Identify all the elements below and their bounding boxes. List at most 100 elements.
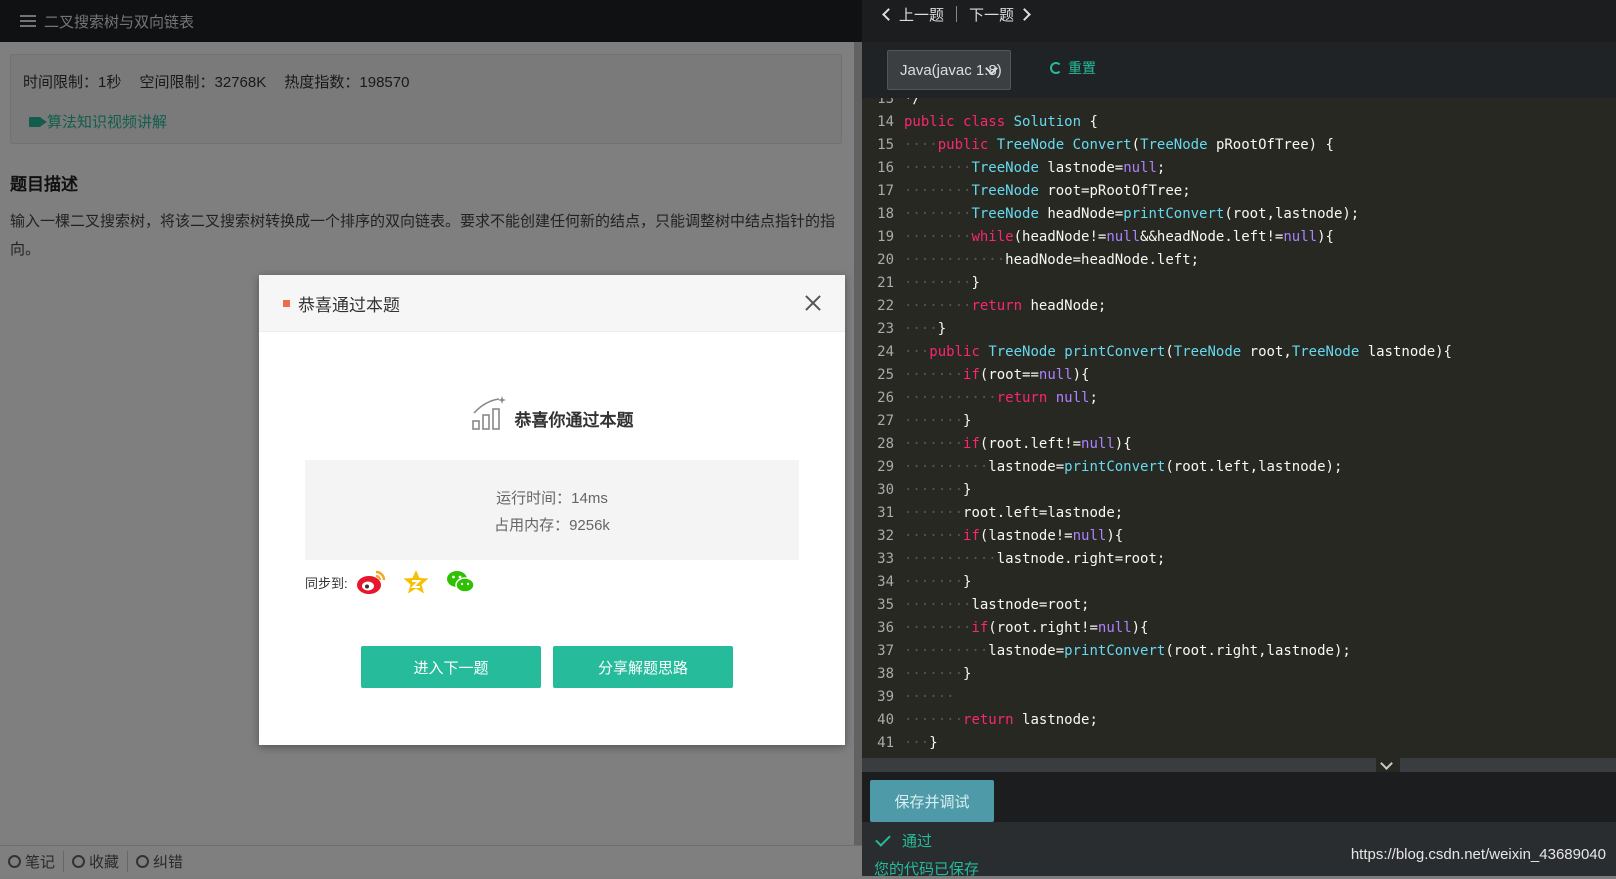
code-line[interactable]: 22 ········return headNode; (862, 295, 1616, 318)
nav-divider (956, 6, 958, 22)
code-text[interactable]: ··········lastnode=printConvert(root.rig… (904, 643, 1351, 659)
check-icon (875, 830, 891, 847)
code-line[interactable]: 25 ·······if(root==null){ (862, 364, 1616, 387)
code-text[interactable]: ·······} (904, 574, 971, 590)
next-problem-label: 下一题 (969, 6, 1015, 24)
code-line[interactable]: 20 ············headNode=headNode.left; (862, 249, 1616, 272)
code-text[interactable]: ·······} (904, 482, 971, 498)
reset-button[interactable]: 重置 (1050, 58, 1096, 78)
problem-nav: 上一题 下一题 (862, 0, 1616, 28)
code-text[interactable]: ·······if(root.left!=null){ (904, 436, 1132, 452)
code-text[interactable]: ·······} (904, 666, 971, 682)
code-text[interactable]: ····public TreeNode Convert(TreeNode pRo… (904, 137, 1334, 153)
line-number: 17 (877, 183, 894, 199)
code-line[interactable]: 19 ········while(headNode!=null&&headNode… (862, 226, 1616, 249)
code-line[interactable]: 28 ·······if(root.left!=null){ (862, 433, 1616, 456)
code-text[interactable]: ········if(root.right!=null){ (904, 620, 1148, 636)
chevron-left-icon (882, 7, 895, 21)
code-text[interactable]: ···········lastnode.right=root; (904, 551, 1165, 567)
line-number: 21 (877, 275, 894, 291)
code-line[interactable]: 23 ····} (862, 318, 1616, 341)
prev-problem-link[interactable]: 上一题 (882, 4, 944, 25)
code-line[interactable]: 41 ···} (862, 732, 1616, 755)
code-line[interactable]: 30 ·······} (862, 479, 1616, 502)
code-line[interactable]: 14 public class Solution { (862, 111, 1616, 134)
code-line[interactable]: 31 ·······root.left=lastnode; (862, 502, 1616, 525)
code-text[interactable]: ········lastnode=root; (904, 597, 1089, 613)
code-text[interactable]: ·······} (904, 413, 971, 429)
congrats-row: 恭喜你通过本题 (259, 395, 845, 431)
next-problem-button[interactable]: 进入下一题 (361, 646, 541, 688)
code-line[interactable]: 38 ·······} (862, 663, 1616, 686)
code-text[interactable]: ···········return null; (904, 390, 1098, 406)
refresh-icon (1050, 62, 1062, 74)
code-text[interactable]: ········TreeNode headNode=printConvert(r… (904, 206, 1359, 222)
code-line[interactable]: 37 ··········lastnode=printConvert(root.r… (862, 640, 1616, 663)
line-number: 23 (877, 321, 894, 337)
line-number: 22 (877, 298, 894, 314)
share-solution-button[interactable]: 分享解题思路 (553, 646, 733, 688)
code-text[interactable]: */ (904, 98, 921, 107)
chevron-right-icon (1018, 7, 1031, 21)
success-dialog: 恭喜通过本题 恭喜你通过本题 运行时间：14ms 占用内存：9256k 同步到: (259, 275, 845, 745)
code-text[interactable]: ········while(headNode!=null&&headNode.l… (904, 229, 1334, 245)
line-number: 33 (877, 551, 894, 567)
line-number: 25 (877, 367, 894, 383)
code-line[interactable]: 34 ·······} (862, 571, 1616, 594)
line-number: 15 (877, 137, 894, 153)
line-number: 36 (877, 620, 894, 636)
code-line[interactable]: 21 ········} (862, 272, 1616, 295)
code-text[interactable]: ········return headNode; (904, 298, 1106, 314)
code-line[interactable]: 35 ········lastnode=root; (862, 594, 1616, 617)
code-line[interactable]: 15 ····public TreeNode Convert(TreeNode p… (862, 134, 1616, 157)
code-text[interactable]: ·······if(lastnode!=null){ (904, 528, 1123, 544)
code-text[interactable]: ···public TreeNode printConvert(TreeNode… (904, 344, 1452, 360)
pass-label: 通过 (902, 833, 933, 850)
code-text[interactable]: public class Solution { (904, 114, 1098, 130)
code-text[interactable]: ···} (904, 735, 938, 751)
save-and-debug-button[interactable]: 保存并调试 (870, 780, 994, 822)
code-content[interactable]: 13 */ 14 public class Solution { 15 ····publi… (862, 98, 1616, 755)
code-text[interactable]: ········TreeNode lastnode=null; (904, 160, 1165, 176)
line-number: 32 (877, 528, 894, 544)
code-line[interactable]: 33 ···········lastnode.right=root; (862, 548, 1616, 571)
title-marker (283, 299, 290, 307)
next-problem-link[interactable]: 下一题 (969, 4, 1031, 25)
code-line[interactable]: 27 ·······} (862, 410, 1616, 433)
code-text[interactable]: ············headNode=headNode.left; (904, 252, 1199, 268)
code-text[interactable]: ·······return lastnode; (904, 712, 1098, 728)
line-number: 37 (877, 643, 894, 659)
close-icon[interactable] (803, 293, 823, 313)
line-number: 18 (877, 206, 894, 222)
code-line[interactable]: 18 ········TreeNode headNode=printConvert… (862, 203, 1616, 226)
code-line[interactable]: 29 ··········lastnode=printConvert(root.l… (862, 456, 1616, 479)
code-editor[interactable]: 13 */ 14 public class Solution { 15 ····publi… (862, 98, 1616, 758)
code-line[interactable]: 26 ···········return null; (862, 387, 1616, 410)
code-line[interactable]: 36 ········if(root.right!=null){ (862, 617, 1616, 640)
line-number: 31 (877, 505, 894, 521)
wechat-icon[interactable] (446, 569, 476, 595)
code-text[interactable]: ······ (904, 689, 955, 705)
code-text[interactable]: ·······root.left=lastnode; (904, 505, 1123, 521)
code-line[interactable]: 16 ········TreeNode lastnode=null; (862, 157, 1616, 180)
weibo-icon[interactable] (356, 569, 386, 595)
code-text[interactable]: ·······if(root==null){ (904, 367, 1089, 383)
code-line[interactable]: 32 ·······if(lastnode!=null){ (862, 525, 1616, 548)
language-select[interactable]: Java(javac 1.8) (887, 50, 1011, 90)
code-text[interactable]: ··········lastnode=printConvert(root.lef… (904, 459, 1342, 475)
watermark: https://blog.csdn.net/weixin_43689040 (1350, 846, 1606, 863)
line-number: 40 (877, 712, 894, 728)
line-number: 14 (877, 114, 894, 130)
code-text[interactable]: ····} (904, 321, 946, 337)
code-text[interactable]: ········} (904, 275, 980, 291)
code-line[interactable]: 39 ······ (862, 686, 1616, 709)
pass-status: 通过 (875, 830, 933, 851)
code-line[interactable]: 24 ···public TreeNode printConvert(TreeNo… (862, 341, 1616, 364)
code-line[interactable]: 40 ·······return lastnode; (862, 709, 1616, 732)
code-text[interactable]: ········TreeNode root=pRootOfTree; (904, 183, 1191, 199)
code-line[interactable]: 17 ········TreeNode root=pRootOfTree; (862, 180, 1616, 203)
editor-resize-bar[interactable] (862, 757, 1616, 772)
code-line[interactable]: 13 */ (862, 98, 1616, 111)
qzone-icon[interactable] (402, 569, 430, 595)
line-number: 35 (877, 597, 894, 613)
